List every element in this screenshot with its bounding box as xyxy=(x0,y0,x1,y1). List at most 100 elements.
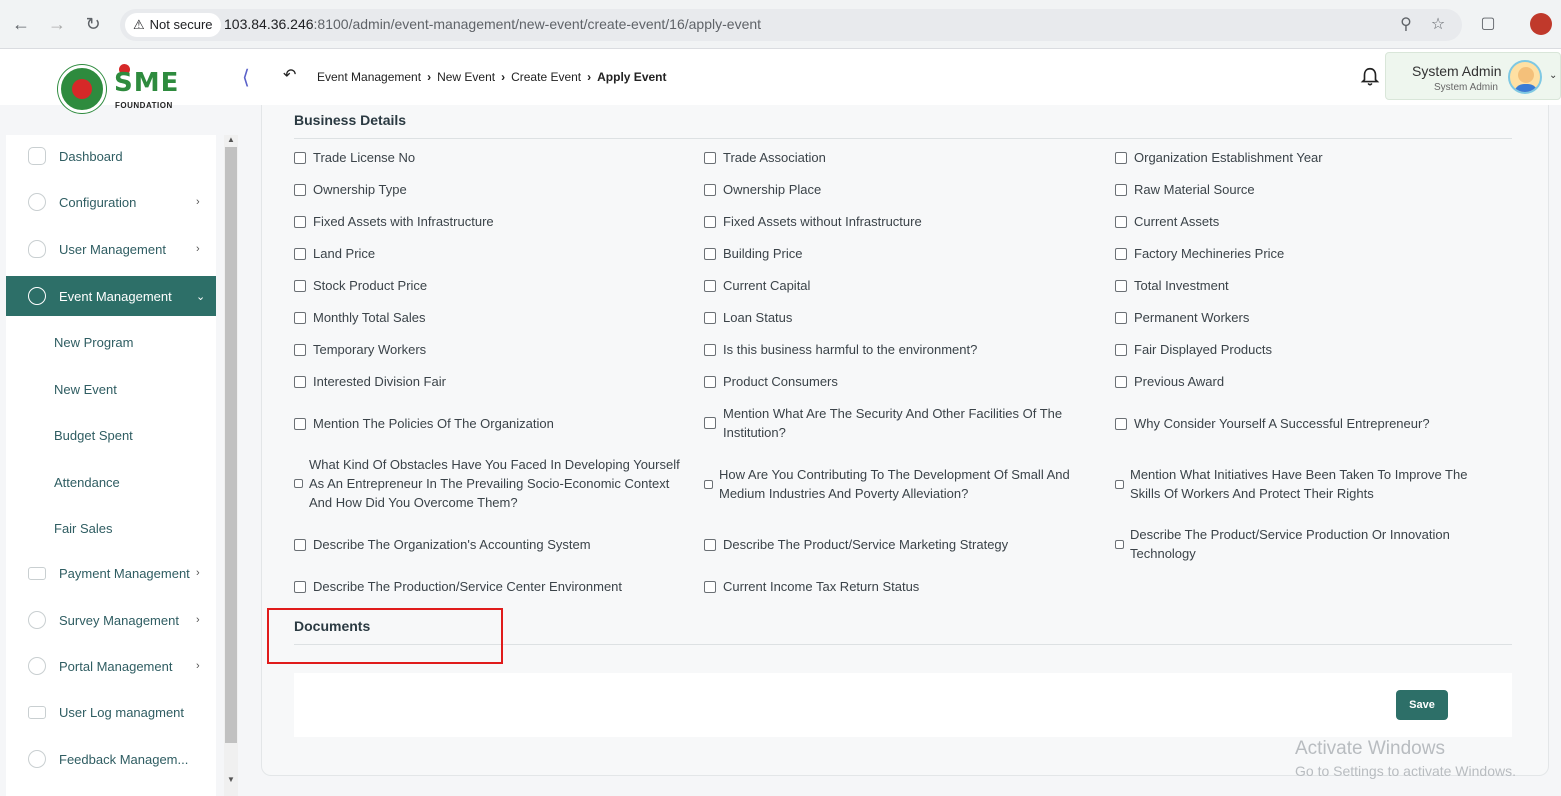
sidebar-item-dashboard[interactable]: Dashboard xyxy=(6,136,216,176)
reload-icon[interactable]: ↻ xyxy=(81,12,105,36)
checkbox-previous-award[interactable]: Previous Award xyxy=(1115,372,1224,391)
checkbox-interested-division-fair[interactable]: Interested Division Fair xyxy=(294,372,446,391)
scrollbar-thumb[interactable] xyxy=(225,147,237,743)
save-button[interactable]: Save xyxy=(1396,690,1448,720)
checkbox[interactable] xyxy=(1115,183,1127,196)
checkbox[interactable] xyxy=(294,417,306,430)
checkbox[interactable] xyxy=(294,375,306,388)
checkbox-security-facilities[interactable]: Mention What Are The Security And Other … xyxy=(704,404,1089,442)
checkbox-contributing-development[interactable]: How Are You Contributing To The Developm… xyxy=(704,465,1094,503)
breadcrumb-item[interactable]: Event Management xyxy=(317,70,421,84)
security-chip[interactable]: ⚠ Not secure xyxy=(125,13,221,37)
checkbox-permanent-workers[interactable]: Permanent Workers xyxy=(1115,308,1249,327)
star-icon[interactable]: ☆ xyxy=(1426,13,1450,37)
checkbox-trade-license-no[interactable]: Trade License No xyxy=(294,148,415,167)
checkbox[interactable] xyxy=(1115,539,1124,549)
checkbox[interactable] xyxy=(704,311,716,324)
scroll-up-icon[interactable]: ▲ xyxy=(227,135,235,144)
checkbox[interactable] xyxy=(704,247,716,260)
checkbox-accounting-system[interactable]: Describe The Organization's Accounting S… xyxy=(294,535,591,554)
sidebar-subitem-fair-sales[interactable]: Fair Sales xyxy=(54,521,113,536)
checkbox[interactable] xyxy=(704,479,713,489)
checkbox-worker-initiatives[interactable]: Mention What Initiatives Have Been Taken… xyxy=(1115,465,1495,503)
checkbox-service-center-environment[interactable]: Describe The Production/Service Center E… xyxy=(294,577,622,596)
checkbox[interactable] xyxy=(1115,247,1127,260)
sidebar-scrollbar[interactable]: ▲ ▼ xyxy=(224,135,238,796)
checkbox-temporary-workers[interactable]: Temporary Workers xyxy=(294,340,426,359)
checkbox[interactable] xyxy=(1115,151,1127,164)
checkbox[interactable] xyxy=(1115,417,1127,430)
profile-icon[interactable] xyxy=(1530,13,1552,35)
sidebar-subitem-budget-spent[interactable]: Budget Spent xyxy=(54,428,133,443)
checkbox[interactable] xyxy=(294,479,303,488)
sidebar-item-portal-management[interactable]: Portal Management › xyxy=(6,646,216,686)
user-menu[interactable]: System Admin System Admin ⌄ xyxy=(1385,52,1561,100)
checkbox[interactable] xyxy=(294,311,306,324)
checkbox-successful-entrepreneur[interactable]: Why Consider Yourself A Successful Entre… xyxy=(1115,414,1430,433)
checkbox[interactable] xyxy=(704,183,716,196)
checkbox-fixed-assets-with-infrastructure[interactable]: Fixed Assets with Infrastructure xyxy=(294,212,494,231)
checkbox-stock-product-price[interactable]: Stock Product Price xyxy=(294,276,427,295)
checkbox[interactable] xyxy=(1115,479,1124,489)
breadcrumb-item[interactable]: New Event xyxy=(437,70,495,84)
sme-foundation-logo[interactable]: SME FOUNDATION xyxy=(58,64,183,114)
checkbox[interactable] xyxy=(294,279,306,292)
checkbox-current-capital[interactable]: Current Capital xyxy=(704,276,810,295)
checkbox[interactable] xyxy=(294,215,306,228)
checkbox-fixed-assets-without-infrastructure[interactable]: Fixed Assets without Infrastructure xyxy=(704,212,922,231)
sidebar-subitem-attendance[interactable]: Attendance xyxy=(54,475,120,490)
checkbox[interactable] xyxy=(294,247,306,260)
checkbox[interactable] xyxy=(704,343,716,356)
checkbox-building-price[interactable]: Building Price xyxy=(704,244,803,263)
checkbox[interactable] xyxy=(1115,343,1127,356)
checkbox-product-consumers[interactable]: Product Consumers xyxy=(704,372,838,391)
checkbox[interactable] xyxy=(704,375,716,388)
chevron-down-icon[interactable]: ⌄ xyxy=(1549,70,1557,81)
sidebar-item-event-management[interactable]: Event Management ⌄ xyxy=(6,276,216,316)
checkbox-monthly-total-sales[interactable]: Monthly Total Sales xyxy=(294,308,426,327)
sidebar-subitem-new-program[interactable]: New Program xyxy=(54,335,133,350)
checkbox-obstacles-faced[interactable]: What Kind Of Obstacles Have You Faced In… xyxy=(294,455,694,512)
avatar[interactable] xyxy=(1508,60,1542,94)
checkbox[interactable] xyxy=(294,151,306,164)
checkbox[interactable] xyxy=(294,580,306,593)
checkbox-income-tax-return-status[interactable]: Current Income Tax Return Status xyxy=(704,577,919,596)
checkbox-trade-association[interactable]: Trade Association xyxy=(704,148,826,167)
back-arrow-icon[interactable]: ↶ xyxy=(283,65,296,85)
extensions-icon[interactable]: ▢ xyxy=(1476,12,1500,36)
checkbox[interactable] xyxy=(704,538,716,551)
checkbox-factory-machineries-price[interactable]: Factory Mechineries Price xyxy=(1115,244,1284,263)
checkbox[interactable] xyxy=(704,215,716,228)
checkbox[interactable] xyxy=(1115,215,1127,228)
checkbox[interactable] xyxy=(294,538,306,551)
checkbox-marketing-strategy[interactable]: Describe The Product/Service Marketing S… xyxy=(704,535,1008,554)
sidebar-subitem-new-event[interactable]: New Event xyxy=(54,382,117,397)
back-icon[interactable]: ← xyxy=(9,12,33,36)
checkbox-loan-status[interactable]: Loan Status xyxy=(704,308,792,327)
checkbox-ownership-place[interactable]: Ownership Place xyxy=(704,180,821,199)
breadcrumb-item[interactable]: Create Event xyxy=(511,70,581,84)
bell-icon[interactable] xyxy=(1359,66,1381,88)
checkbox[interactable] xyxy=(1115,279,1127,292)
sidebar-item-survey-management[interactable]: Survey Management › xyxy=(6,600,216,640)
checkbox[interactable] xyxy=(704,151,716,164)
sidebar-item-payment-management[interactable]: Payment Management › xyxy=(6,553,216,593)
checkbox[interactable] xyxy=(294,343,306,356)
checkbox-policies-of-organization[interactable]: Mention The Policies Of The Organization xyxy=(294,414,554,433)
address-bar[interactable]: ⚠ Not secure 103.84.36.246:8100/admin/ev… xyxy=(120,9,1462,41)
checkbox-organization-establishment-year[interactable]: Organization Establishment Year xyxy=(1115,148,1323,167)
checkbox[interactable] xyxy=(294,183,306,196)
checkbox[interactable] xyxy=(704,417,716,429)
scroll-down-icon[interactable]: ▼ xyxy=(227,775,235,784)
checkbox-land-price[interactable]: Land Price xyxy=(294,244,375,263)
checkbox-business-harmful-environment[interactable]: Is this business harmful to the environm… xyxy=(704,340,977,359)
url-text[interactable]: 103.84.36.246:8100/admin/event-managemen… xyxy=(224,16,761,32)
sidebar-item-configuration[interactable]: Configuration › xyxy=(6,182,216,222)
sidebar-item-feedback-management[interactable]: Feedback Managem... xyxy=(6,739,216,779)
checkbox-fair-displayed-products[interactable]: Fair Displayed Products xyxy=(1115,340,1272,359)
checkbox-total-investment[interactable]: Total Investment xyxy=(1115,276,1229,295)
sidebar-item-user-log[interactable]: User Log managment xyxy=(6,692,216,732)
checkbox-raw-material-source[interactable]: Raw Material Source xyxy=(1115,180,1255,199)
checkbox[interactable] xyxy=(1115,375,1127,388)
checkbox-current-assets[interactable]: Current Assets xyxy=(1115,212,1219,231)
